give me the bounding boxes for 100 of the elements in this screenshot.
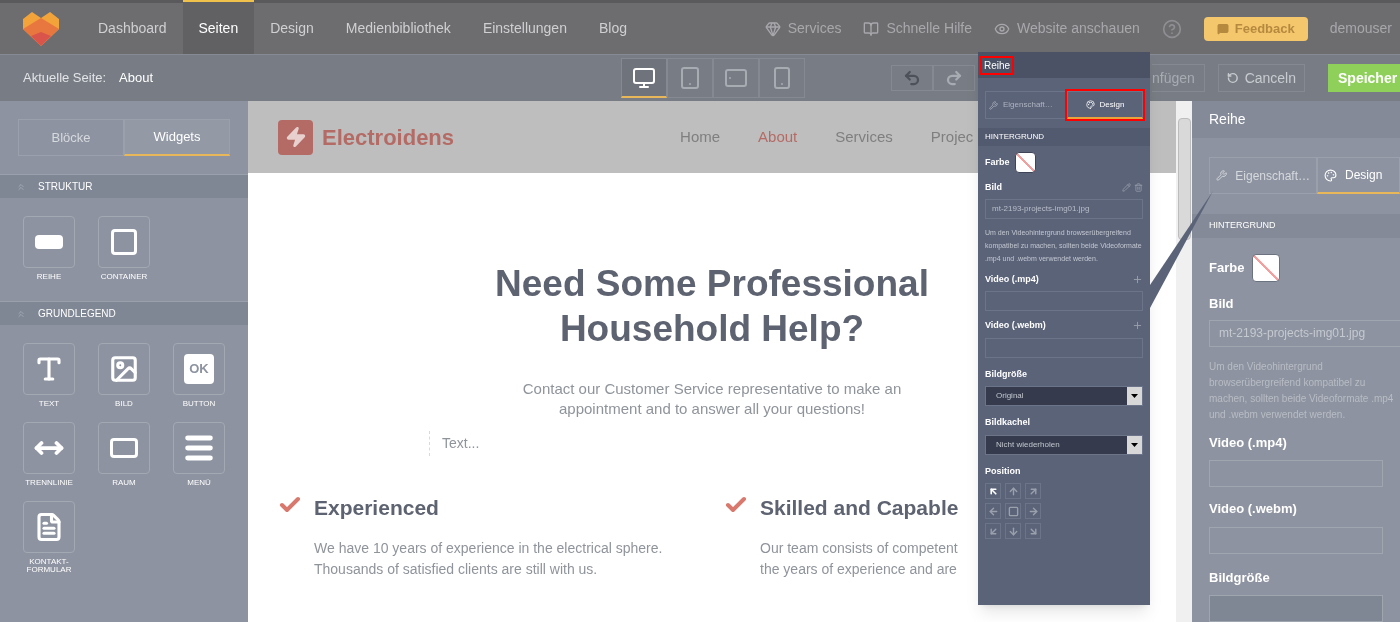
panel-tab[interactable]: Design xyxy=(1317,157,1400,195)
feature-text: Our team consists of competent xyxy=(760,538,959,558)
field-label: Video (.webm) xyxy=(985,319,1046,332)
arrow-icon xyxy=(1007,485,1019,497)
reload-icon xyxy=(1227,70,1239,86)
widget-label: BUTTON xyxy=(181,400,217,408)
save-button[interactable]: Speicher xyxy=(1328,64,1400,92)
edit-icon[interactable] xyxy=(1122,183,1131,193)
header-link[interactable]: Website anschauen xyxy=(994,18,1140,39)
heart-logo-icon[interactable] xyxy=(23,11,59,46)
speech-bubble-icon xyxy=(1216,22,1229,35)
widget-label: MENÜ xyxy=(186,479,212,487)
site-nav-link[interactable]: Home xyxy=(680,125,721,149)
diamond-icon xyxy=(764,20,781,37)
field-label: Video (.mp4) xyxy=(985,272,1039,286)
feature-text: We have 10 years of experience in the electrical sphere. xyxy=(314,538,663,558)
image-label: Bild xyxy=(1209,295,1234,313)
arrow-icon xyxy=(1027,505,1039,517)
nav-tab[interactable]: Dashboard xyxy=(82,0,183,54)
header-link[interactable]: Services xyxy=(764,18,842,39)
image-field[interactable]: mt-2193-projects-img01.jpg xyxy=(985,198,1143,219)
widget-label: BILD xyxy=(114,400,134,408)
palette-icon xyxy=(1085,100,1095,109)
username[interactable]: demouser xyxy=(1329,18,1392,39)
field-label: Video (.mp4) xyxy=(1209,433,1288,452)
field-label: Bildgröße xyxy=(1209,568,1271,587)
help-icon[interactable] xyxy=(1161,18,1182,39)
header-link[interactable]: Schnelle Hilfe xyxy=(863,18,973,39)
widget-label: RAUM xyxy=(111,479,137,487)
redo-icon xyxy=(945,69,964,87)
scrollbar[interactable] xyxy=(1176,101,1192,622)
widget-tile[interactable] xyxy=(23,501,75,553)
wrench-icon xyxy=(1216,169,1228,183)
row-icon xyxy=(35,235,63,249)
cancel-button[interactable]: Canceln xyxy=(1218,64,1305,92)
widget-tile[interactable] xyxy=(23,216,75,268)
wrench-icon xyxy=(989,100,998,110)
site-nav-link[interactable]: Projec xyxy=(930,125,974,149)
palette-icon xyxy=(1324,168,1337,182)
book-icon xyxy=(863,20,880,37)
callout-title: Reihe xyxy=(982,57,1013,73)
add-icon[interactable] xyxy=(1132,320,1143,332)
section-title: HINTERGRUND xyxy=(1209,219,1276,233)
color-swatch[interactable] xyxy=(1252,254,1281,282)
add-icon[interactable] xyxy=(1132,273,1143,285)
widget-tile[interactable] xyxy=(98,216,150,268)
section-header[interactable]: STRUKTUR xyxy=(0,174,248,198)
widget-tile[interactable] xyxy=(98,343,150,395)
redo-button[interactable] xyxy=(933,65,976,91)
feedback-button[interactable]: Feedback xyxy=(1203,16,1308,41)
nav-tab[interactable]: Blog xyxy=(582,0,643,54)
color-swatch[interactable] xyxy=(1014,152,1036,173)
undo-button[interactable] xyxy=(891,65,934,91)
trash-icon[interactable] xyxy=(1134,183,1143,193)
collapse-icon xyxy=(16,308,26,319)
text-field[interactable]: Text... xyxy=(429,431,492,456)
sidebar-tab[interactable]: Blöcke xyxy=(18,119,124,156)
select-field[interactable]: Nicht wiederholen xyxy=(985,434,1143,455)
scrollbar-thumb[interactable] xyxy=(1177,118,1191,240)
collapse-icon xyxy=(16,181,26,192)
select-value: Nicht wiederholen xyxy=(996,438,1060,451)
widget-label: CONTAINER xyxy=(99,273,149,281)
site-nav-link[interactable]: Services xyxy=(835,125,893,149)
sidebar-tab[interactable]: Widgets xyxy=(124,119,230,156)
nav-tab[interactable]: Design xyxy=(254,0,330,54)
select-value: Original xyxy=(996,390,1024,402)
section-title: HINTERGRUND xyxy=(985,131,1045,143)
panel-title: Reihe xyxy=(1209,110,1246,130)
form-icon xyxy=(34,512,64,542)
device-button[interactable] xyxy=(621,58,668,98)
nav-tab[interactable]: Medienbibliothek xyxy=(329,0,467,54)
field-label: Position xyxy=(985,464,1022,478)
select-field[interactable]: Original xyxy=(985,386,1143,406)
site-nav-link[interactable]: About xyxy=(758,125,798,149)
ok-icon: OK xyxy=(184,354,214,384)
widget-tile[interactable] xyxy=(23,343,75,395)
callout-tab[interactable]: Eigenschaft… xyxy=(985,91,1067,119)
field-label: Video (.webm) xyxy=(1209,500,1298,518)
widget-tile[interactable] xyxy=(173,422,225,474)
section-header[interactable]: GRUNDLEGEND xyxy=(0,301,248,325)
image-field[interactable]: mt-2193-projects-img01.jpg xyxy=(1209,319,1400,347)
text-icon xyxy=(34,354,64,384)
widget-tile[interactable] xyxy=(23,422,75,474)
callout-tab[interactable]: Design xyxy=(1067,91,1143,119)
nav-tab[interactable]: Einstellungen xyxy=(466,0,583,54)
tablet-icon xyxy=(724,66,749,90)
widget-tile[interactable]: OK xyxy=(173,343,225,395)
panel-tab[interactable]: Eigenschaft… xyxy=(1209,157,1317,195)
site-logo-text: Electroidens xyxy=(322,123,455,152)
feature-text: the years of experience and are xyxy=(760,559,958,579)
nav-tab[interactable]: Seiten xyxy=(182,0,255,54)
square-icon xyxy=(1007,505,1019,517)
widget-tile[interactable] xyxy=(98,422,150,474)
position-button[interactable] xyxy=(985,483,1001,499)
select-field[interactable] xyxy=(1209,595,1383,622)
widget-label: TEXT xyxy=(37,400,61,408)
field-label: Bildkachel xyxy=(985,416,1032,429)
monitor-icon xyxy=(632,65,657,90)
current-page-label: Aktuelle Seite: xyxy=(23,69,107,88)
field-label: Bildgröße xyxy=(985,367,1028,381)
